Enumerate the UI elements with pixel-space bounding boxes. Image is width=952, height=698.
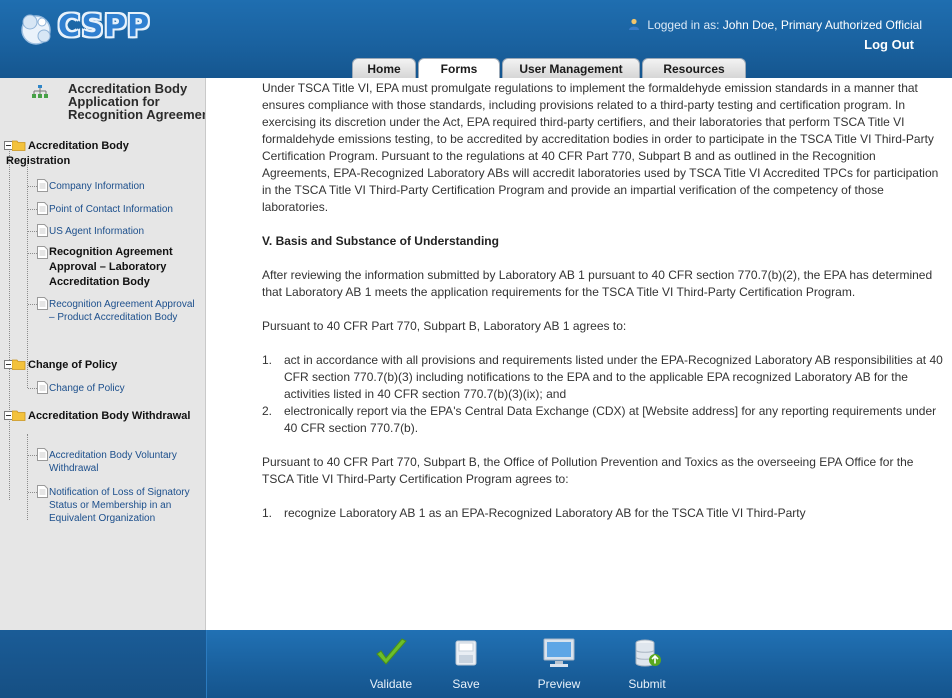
tab-home[interactable]: Home — [352, 58, 416, 78]
tree-connector — [28, 304, 37, 305]
logged-in-user: John Doe, Primary Authorized Official — [722, 18, 922, 32]
obligations-list-lab: 1. act in accordance with all provisions … — [262, 352, 944, 437]
sidebar-item-us-agent[interactable]: US Agent Information — [49, 225, 201, 238]
list-item-text: electronically report via the EPA's Cent… — [284, 404, 937, 435]
save-label: Save — [452, 677, 480, 691]
save-button[interactable]: Save — [436, 636, 496, 698]
tab-resources[interactable]: Resources — [642, 58, 746, 78]
tree-connector — [27, 160, 28, 388]
document-icon — [37, 224, 48, 237]
sidebar-group-withdrawal[interactable]: Accreditation Body Withdrawal — [6, 409, 196, 424]
logged-in-prefix: Logged in as: — [647, 18, 720, 32]
sidebar-title: Accreditation Body Application for Recog… — [68, 81, 206, 122]
tab-user-management[interactable]: User Management — [502, 58, 640, 78]
sidebar-group-label: Accreditation Body Registration — [6, 140, 129, 167]
agreement-text: Under TSCA Title VI, EPA must promulgate… — [262, 80, 944, 539]
tree-connector — [28, 388, 37, 389]
document-icon — [37, 246, 48, 259]
sidebar-group-change-of-policy[interactable]: Change of Policy — [6, 358, 196, 373]
app-header: CSPP Logged in as: John Doe, Primary Aut… — [0, 0, 952, 78]
floppy-disk-icon — [455, 640, 477, 666]
sidebar-item-change-of-policy[interactable]: Change of Policy — [49, 382, 201, 395]
sidebar-item-recognition-product[interactable]: Recognition Agreement Approval – Product… — [49, 298, 201, 324]
sidebar-group-registration[interactable]: Accreditation Body Registration — [6, 139, 196, 169]
database-upload-icon — [635, 639, 661, 667]
tree-connector — [27, 434, 28, 520]
tree-connector — [28, 455, 37, 456]
paragraph: After reviewing the information submitte… — [262, 268, 933, 299]
paragraph: Pursuant to 40 CFR Part 770, Subpart B, … — [262, 455, 914, 486]
list-item-text: act in accordance with all provisions an… — [284, 353, 943, 401]
app-logo-text: CSPP — [58, 9, 151, 44]
tree-connector — [9, 148, 10, 500]
paragraph: Pursuant to 40 CFR Part 770, Subpart B, … — [262, 319, 627, 333]
tree-connector — [28, 186, 37, 187]
list-number: 2. — [262, 404, 273, 418]
user-icon — [629, 18, 640, 30]
validate-label: Validate — [369, 677, 413, 691]
document-icon — [37, 179, 48, 192]
footer-left-panel — [0, 630, 207, 698]
sitemap-icon — [32, 85, 48, 98]
sidebar-navigation: Accreditation Body Application for Recog… — [0, 78, 206, 630]
logout-link[interactable]: Log Out — [864, 37, 914, 52]
sidebar-item-company-information[interactable]: Company Information — [49, 180, 201, 193]
list-item: 1. recognize Laboratory AB 1 as an EPA-Re… — [262, 505, 944, 522]
login-status: Logged in as: John Doe, Primary Authoriz… — [628, 18, 922, 32]
action-toolbar: Validate Save Preview Submit — [0, 630, 952, 698]
main-content: Under TSCA Title VI, EPA must promulgate… — [207, 78, 952, 630]
sidebar-item-recognition-laboratory[interactable]: Recognition Agreement Approval – Laborat… — [49, 245, 201, 290]
tab-forms[interactable]: Forms — [418, 58, 500, 78]
main-tabs: Home Forms User Management Resources — [352, 58, 748, 78]
tree-connector — [28, 253, 37, 254]
obligations-list-epa: 1. recognize Laboratory AB 1 as an EPA-Re… — [262, 505, 944, 522]
preview-button[interactable]: Preview — [529, 636, 589, 698]
list-number: 1. — [262, 353, 273, 367]
tree-connector — [28, 231, 37, 232]
document-icon — [37, 297, 48, 310]
list-item: 1. act in accordance with all provisions … — [262, 352, 944, 403]
sidebar-item-voluntary-withdrawal[interactable]: Accreditation Body Voluntary Withdrawal — [49, 449, 201, 475]
checkmark-icon — [376, 638, 407, 665]
paragraph: Under TSCA Title VI, EPA must promulgate… — [262, 81, 939, 214]
validate-button[interactable]: Validate — [361, 636, 421, 698]
list-number: 1. — [262, 506, 273, 520]
sidebar-group-label: Accreditation Body Withdrawal — [28, 410, 191, 422]
tree-connector — [28, 209, 37, 210]
sidebar-group-label: Change of Policy — [28, 359, 118, 371]
sidebar-item-point-of-contact[interactable]: Point of Contact Information — [49, 203, 201, 216]
submit-label: Submit — [628, 677, 666, 691]
tree-connector — [28, 492, 37, 493]
sidebar-item-loss-of-signatory[interactable]: Notification of Loss of Signatory Status… — [49, 486, 201, 525]
preview-label: Preview — [537, 677, 581, 691]
document-icon — [37, 485, 48, 498]
document-icon — [37, 202, 48, 215]
section-heading: V. Basis and Substance of Understanding — [262, 234, 499, 248]
list-item-text: recognize Laboratory AB 1 as an EPA-Reco… — [284, 506, 806, 520]
document-icon — [37, 448, 48, 461]
list-item: 2. electronically report via the EPA's Ce… — [262, 403, 944, 437]
document-icon — [37, 381, 48, 394]
monitor-icon — [543, 638, 575, 667]
submit-button[interactable]: Submit — [617, 636, 677, 698]
